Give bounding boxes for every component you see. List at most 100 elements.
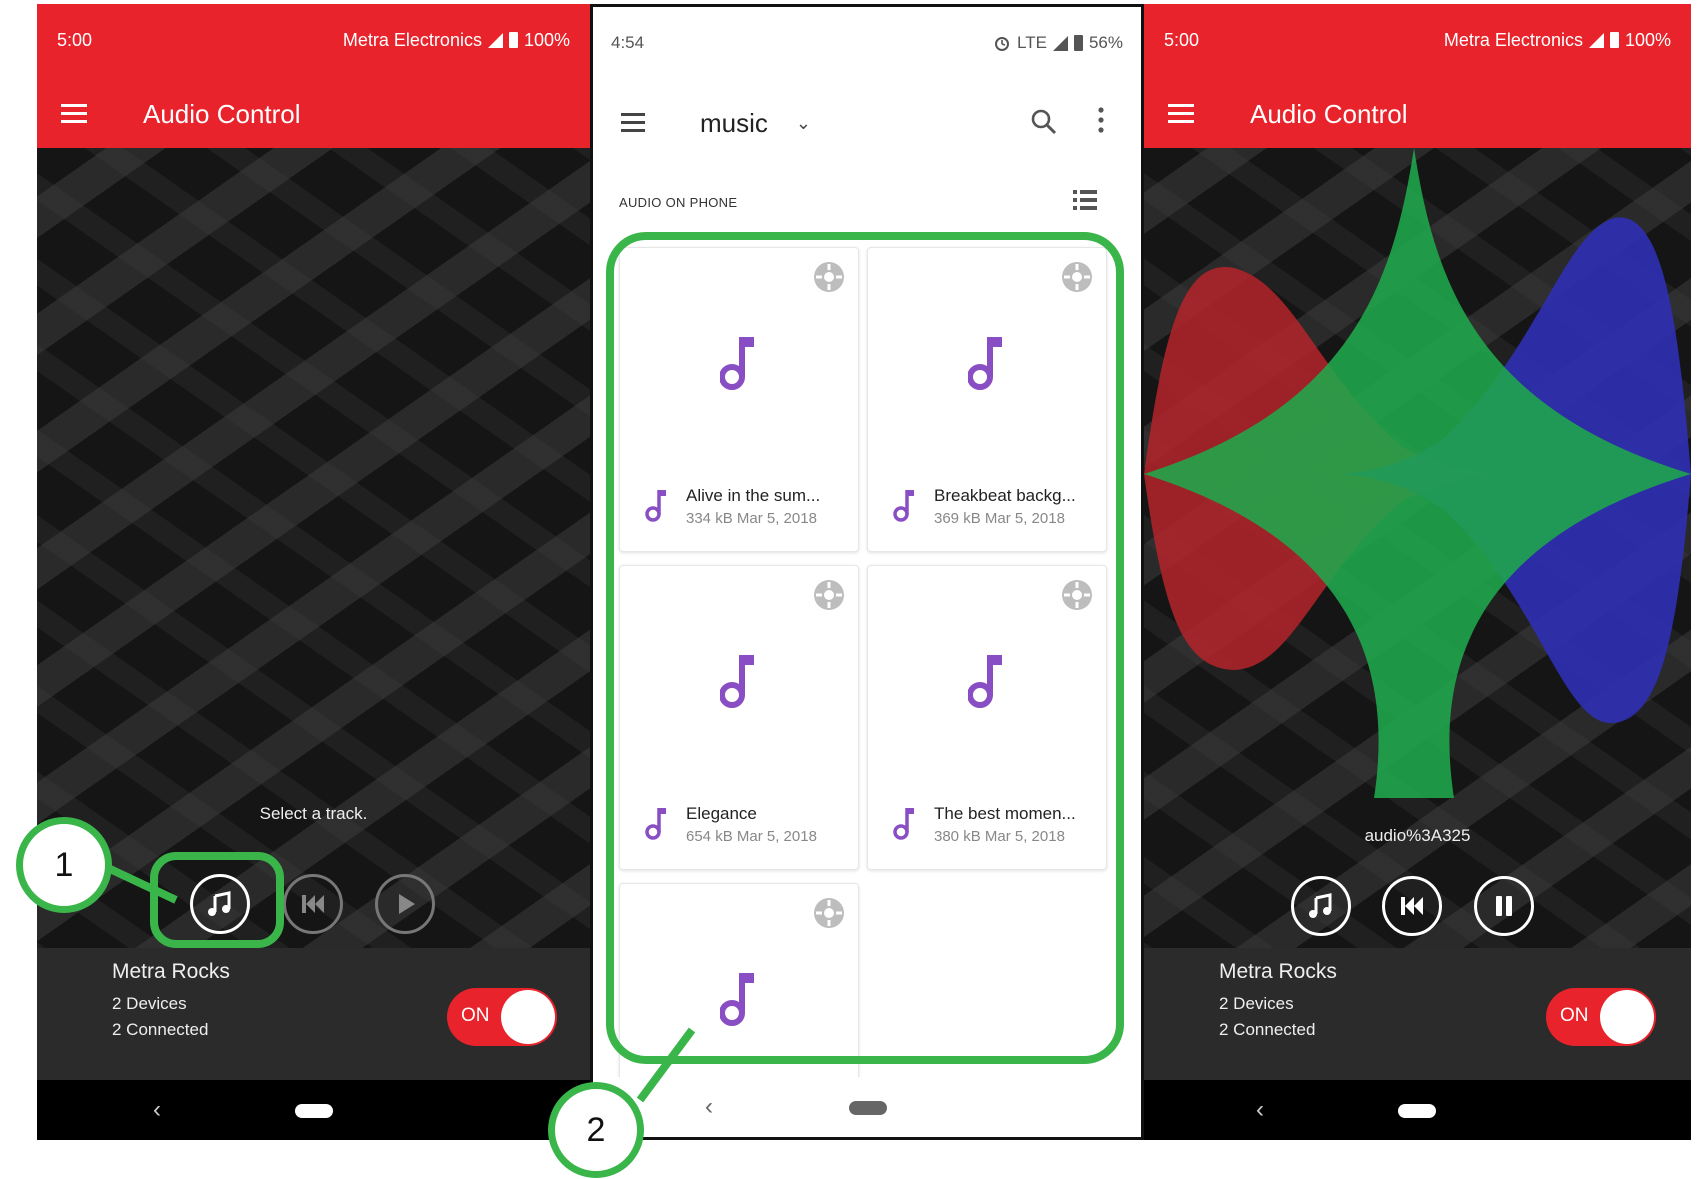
back-button[interactable]: ‹ bbox=[1256, 1096, 1264, 1124]
menu-icon[interactable] bbox=[621, 113, 645, 133]
status-bar: 4:54 LTE 56% bbox=[593, 7, 1141, 79]
file-name: Elegance bbox=[686, 804, 757, 823]
file-meta: 380 kB Mar 5, 2018 bbox=[934, 828, 1065, 845]
battery-level: 56% bbox=[1088, 33, 1123, 52]
app-title: Audio Control bbox=[1250, 98, 1408, 129]
power-toggle[interactable]: ON bbox=[447, 988, 557, 1046]
carrier-name: Metra Electronics bbox=[342, 29, 482, 50]
play-icon bbox=[399, 894, 415, 914]
music-note-icon bbox=[893, 808, 914, 840]
play-button[interactable] bbox=[375, 874, 435, 934]
select-icon[interactable] bbox=[812, 260, 846, 294]
app-header: 5:00 Metra Electronics 100% Audio Contro… bbox=[1144, 4, 1691, 148]
phone-screen-playing: 5:00 Metra Electronics 100% Audio Contro… bbox=[1144, 4, 1691, 1140]
select-icon[interactable] bbox=[812, 896, 846, 930]
file-name: The best momen... bbox=[934, 804, 1076, 823]
file-name: Alive in the sum... bbox=[686, 486, 821, 505]
skip-previous-icon bbox=[1401, 897, 1423, 915]
toggle-label: ON bbox=[1560, 1005, 1589, 1026]
player-status: Select a track. bbox=[259, 804, 368, 823]
previous-track-button[interactable] bbox=[1382, 876, 1442, 936]
player-controls bbox=[1144, 876, 1691, 942]
status-time: 4:54 bbox=[611, 33, 645, 52]
system-nav-bar: ‹ bbox=[37, 1080, 590, 1140]
search-icon[interactable] bbox=[1029, 107, 1059, 137]
device-name: Metra Rocks bbox=[112, 960, 230, 983]
app-bar: Audio Control bbox=[1144, 80, 1691, 148]
device-count: 2 Devices bbox=[1219, 994, 1294, 1013]
app-header: 5:00 Metra Electronics 100% Audio Contro… bbox=[37, 4, 590, 148]
battery-level: 100% bbox=[523, 29, 570, 50]
back-button[interactable]: ‹ bbox=[705, 1093, 713, 1121]
select-icon[interactable] bbox=[812, 578, 846, 612]
music-note-icon bbox=[1309, 893, 1332, 918]
music-note-icon bbox=[208, 891, 231, 916]
audio-file-icon bbox=[720, 655, 754, 708]
app-title: Audio Control bbox=[143, 98, 301, 129]
music-note-icon bbox=[645, 808, 666, 840]
power-toggle[interactable]: ON bbox=[1546, 988, 1656, 1046]
audio-visualizer bbox=[1144, 148, 1691, 798]
status-bar: 5:00 Metra Electronics 100% bbox=[37, 4, 590, 76]
status-time: 5:00 bbox=[1164, 29, 1200, 50]
network-type: LTE bbox=[1017, 33, 1047, 52]
music-library-button[interactable] bbox=[190, 874, 250, 934]
file-card[interactable]: Alive in the sum... 334 kB Mar 5, 2018 bbox=[619, 247, 859, 552]
track-name: audio%3A325 bbox=[1364, 826, 1471, 845]
home-button[interactable] bbox=[849, 1101, 887, 1115]
file-meta: 334 kB Mar 5, 2018 bbox=[686, 510, 817, 527]
file-card[interactable] bbox=[619, 883, 859, 1093]
device-name: Metra Rocks bbox=[1219, 960, 1337, 983]
phone-screen-select-track: 5:00 Metra Electronics 100% Audio Contro… bbox=[37, 4, 590, 1140]
audio-file-icon bbox=[720, 337, 754, 390]
battery-level: 100% bbox=[1624, 29, 1671, 50]
select-icon[interactable] bbox=[1060, 260, 1094, 294]
toggle-label: ON bbox=[461, 1005, 490, 1026]
signal-icon bbox=[1588, 32, 1604, 48]
phone-screen-file-browser: 4:54 LTE 56% music ⌄ AUDIO ON PHONE Aliv… bbox=[590, 4, 1144, 1140]
section-label: AUDIO ON PHONE bbox=[619, 195, 738, 210]
pause-button[interactable] bbox=[1474, 876, 1534, 936]
folder-title[interactable]: music bbox=[700, 108, 768, 139]
file-card[interactable]: The best momen... 380 kB Mar 5, 2018 bbox=[867, 565, 1107, 870]
previous-track-button[interactable] bbox=[283, 874, 343, 934]
music-library-button[interactable] bbox=[1291, 876, 1351, 936]
system-nav-bar: ‹ bbox=[1144, 1080, 1691, 1140]
app-bar: Audio Control bbox=[37, 80, 590, 148]
menu-icon[interactable] bbox=[1168, 104, 1194, 124]
list-view-icon[interactable] bbox=[1073, 189, 1097, 211]
alarm-icon bbox=[995, 37, 1010, 51]
device-count: 2 Devices bbox=[112, 994, 187, 1013]
system-nav-bar: ‹ bbox=[593, 1077, 1141, 1137]
signal-icon bbox=[487, 32, 503, 48]
select-icon[interactable] bbox=[1060, 578, 1094, 612]
file-name: Breakbeat backg... bbox=[934, 486, 1076, 505]
connected-count: 2 Connected bbox=[1219, 1020, 1316, 1039]
audio-file-icon bbox=[968, 655, 1002, 708]
device-panel: Metra Rocks 2 Devices 2 Connected ON bbox=[37, 948, 590, 1080]
callout-step-2: 2 bbox=[548, 1082, 644, 1178]
file-card[interactable]: Breakbeat backg... 369 kB Mar 5, 2018 bbox=[867, 247, 1107, 552]
skip-previous-icon bbox=[302, 895, 324, 913]
file-card[interactable]: Elegance 654 kB Mar 5, 2018 bbox=[619, 565, 859, 870]
audio-file-icon bbox=[720, 973, 754, 1026]
music-note-icon bbox=[645, 490, 666, 522]
more-options-icon[interactable] bbox=[1097, 105, 1105, 135]
chevron-down-icon[interactable]: ⌄ bbox=[796, 113, 811, 134]
device-panel: Metra Rocks 2 Devices 2 Connected ON bbox=[1144, 948, 1691, 1080]
battery-icon bbox=[1609, 32, 1619, 48]
menu-icon[interactable] bbox=[61, 104, 87, 124]
status-time: 5:00 bbox=[57, 29, 93, 50]
battery-icon bbox=[508, 32, 518, 48]
connected-count: 2 Connected bbox=[112, 1020, 209, 1039]
back-button[interactable]: ‹ bbox=[153, 1096, 161, 1124]
toggle-knob bbox=[501, 990, 555, 1044]
home-button[interactable] bbox=[1398, 1104, 1436, 1118]
signal-icon bbox=[1052, 35, 1068, 51]
carrier-name: Metra Electronics bbox=[1443, 29, 1583, 50]
home-button[interactable] bbox=[295, 1104, 333, 1118]
music-note-icon bbox=[893, 490, 914, 522]
status-bar: 5:00 Metra Electronics 100% bbox=[1144, 4, 1691, 76]
pause-icon bbox=[1496, 896, 1512, 916]
file-meta: 654 kB Mar 5, 2018 bbox=[686, 828, 817, 845]
